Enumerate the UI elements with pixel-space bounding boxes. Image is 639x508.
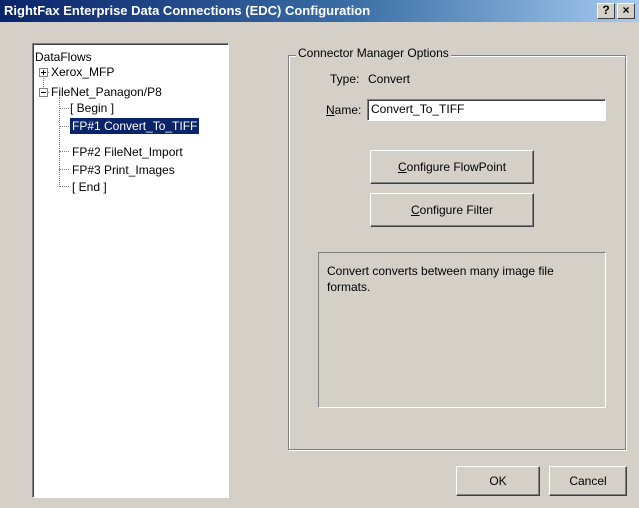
tree-line: [59, 108, 69, 109]
tree-item-xerox-mfp[interactable]: Xerox_MFP: [51, 64, 114, 80]
type-value: Convert: [368, 72, 411, 86]
tree-line: [59, 126, 69, 127]
configure-filter-mnemonic: C: [410, 203, 420, 217]
configure-filter-label: onfigure Filter: [419, 203, 494, 217]
close-button[interactable]: ×: [617, 3, 635, 19]
collapse-minus-icon[interactable]: [39, 88, 48, 97]
group-title: Connector Manager Options: [296, 46, 451, 60]
name-label-rest: ame:: [334, 103, 362, 117]
name-input[interactable]: Convert_To_TIFF: [367, 99, 606, 121]
name-label-mnemonic: N: [326, 103, 335, 117]
title-bar[interactable]: RightFax Enterprise Data Connections (ED…: [0, 0, 639, 22]
tree-item-end[interactable]: [ End ]: [72, 179, 107, 195]
tree-line: [59, 151, 69, 152]
configure-flowpoint-label: onfigure FlowPoint: [406, 160, 507, 174]
ok-button[interactable]: OK: [456, 466, 540, 496]
cancel-button[interactable]: Cancel: [549, 466, 627, 496]
help-button[interactable]: ?: [597, 3, 615, 19]
tree-line: [59, 97, 60, 187]
tree-item-fp3[interactable]: FP#3 Print_Images: [72, 162, 175, 178]
tree-item-filenet[interactable]: FileNet_Panagon/P8: [51, 84, 162, 100]
configure-filter-button[interactable]: Configure Filter: [370, 193, 534, 227]
edc-configuration-dialog: RightFax Enterprise Data Connections (ED…: [0, 0, 639, 508]
tree-item-fp2[interactable]: FP#2 FileNet_Import: [72, 144, 183, 160]
tree-root-dataflows[interactable]: DataFlows: [35, 49, 92, 65]
expand-plus-icon[interactable]: [39, 68, 48, 77]
description-box: Convert converts between many image file…: [318, 252, 606, 408]
help-icon: ?: [602, 3, 610, 17]
window-title: RightFax Enterprise Data Connections (ED…: [4, 3, 371, 18]
name-label: Name:: [326, 103, 361, 117]
configure-flowpoint-mnemonic: C: [397, 160, 407, 174]
tree-item-fp1-selected[interactable]: FP#1 Convert_To_TIFF: [70, 118, 200, 134]
close-icon: ×: [622, 3, 630, 17]
tree-line: [59, 186, 69, 187]
dataflows-tree[interactable]: DataFlows Xerox_MFP FileNet_Panagon/P8 […: [32, 43, 229, 498]
configure-flowpoint-button[interactable]: Configure FlowPoint: [370, 150, 534, 184]
type-label: Type:: [330, 72, 360, 86]
tree-line: [59, 169, 69, 170]
tree-item-begin[interactable]: [ Begin ]: [70, 100, 114, 116]
